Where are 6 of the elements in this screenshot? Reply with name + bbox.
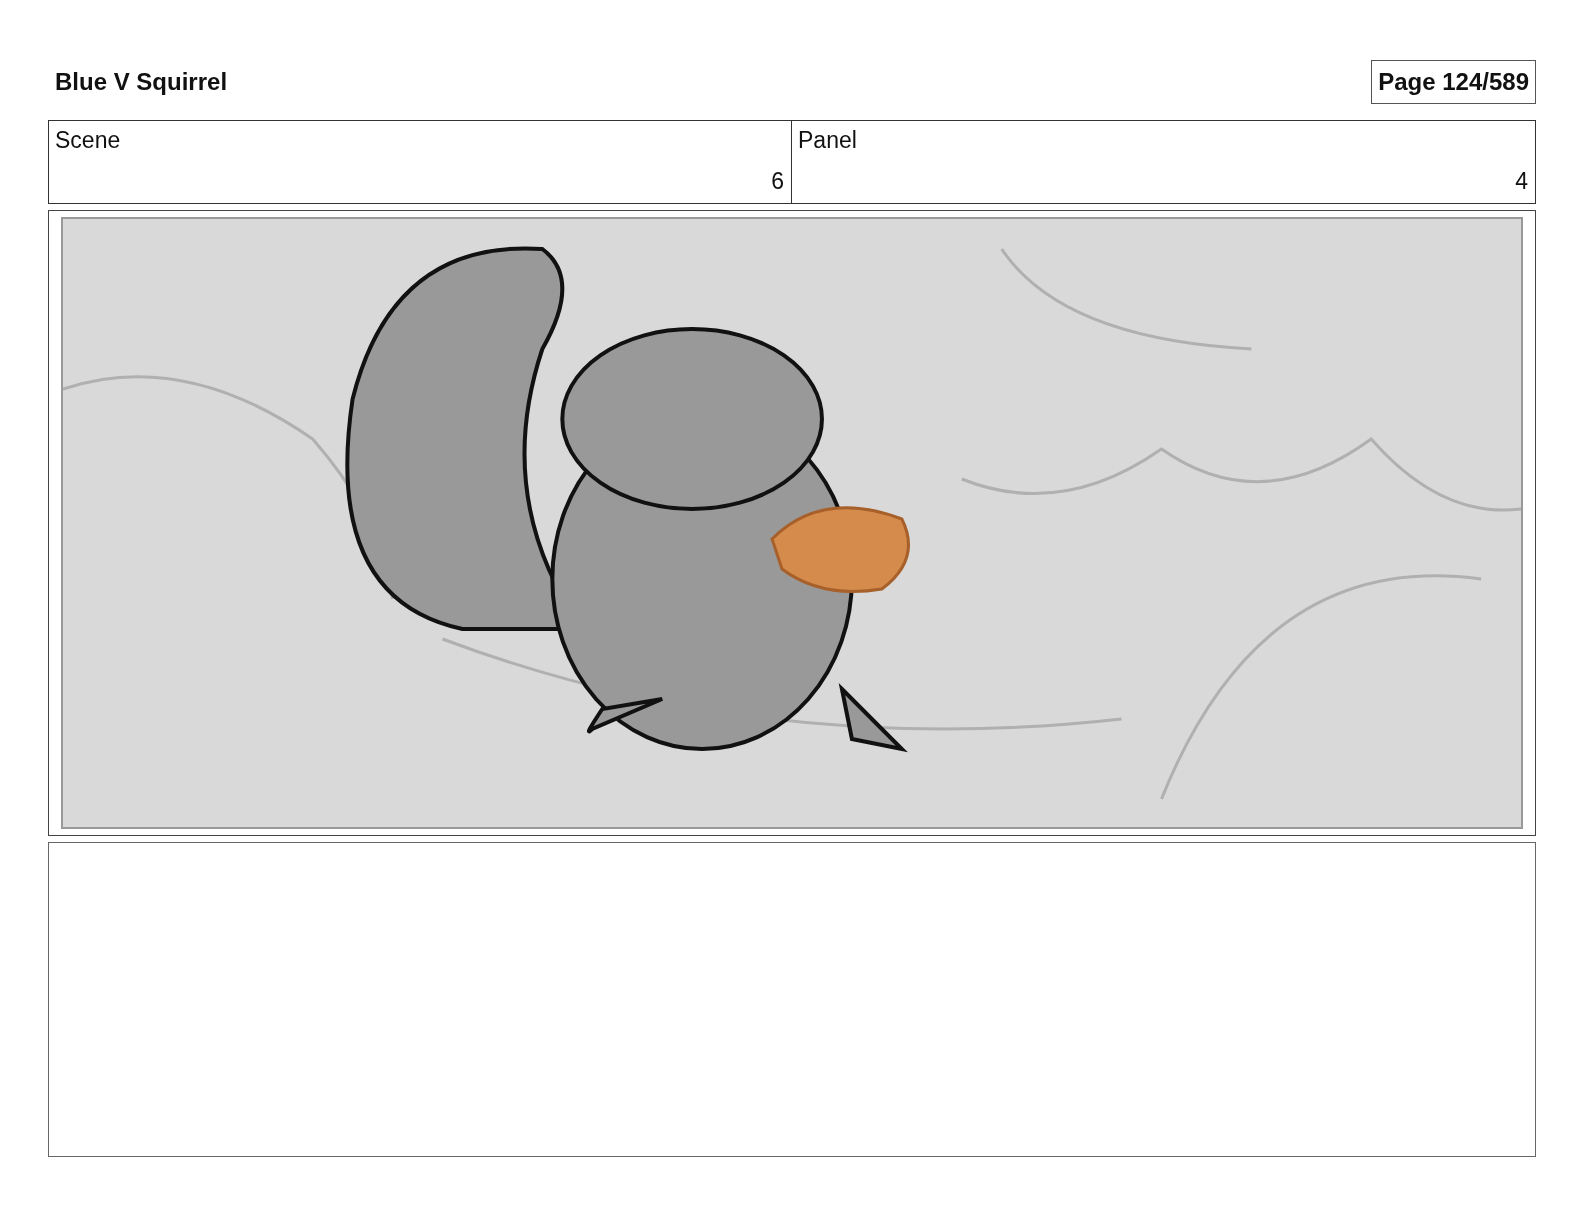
field-label: Scene (55, 127, 121, 154)
field-label: Panel (798, 127, 857, 154)
storyboard-title: Blue V Squirrel (55, 68, 228, 96)
field-value: 4 (1515, 168, 1528, 195)
page-number: Page 124/589 (1371, 60, 1536, 104)
field-value: 6 (771, 168, 784, 195)
